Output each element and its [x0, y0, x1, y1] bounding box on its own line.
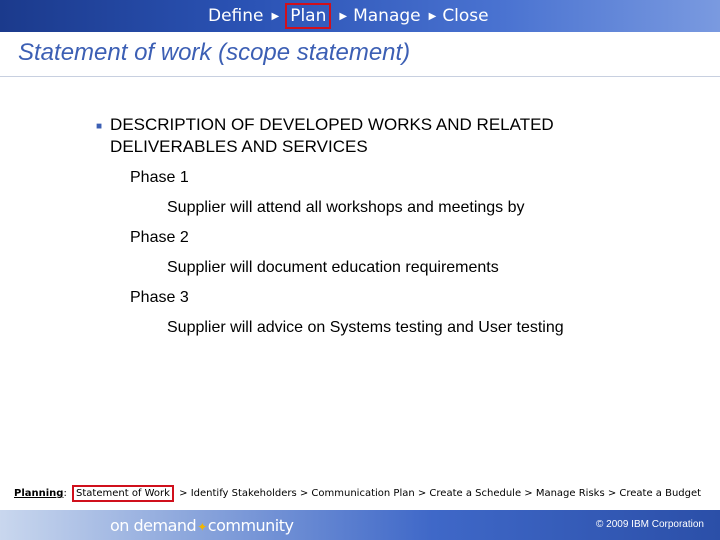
- phase-label: Phase 2: [130, 229, 189, 246]
- slide-content: ■ DESCRIPTION OF DEVELOPED WORKS AND REL…: [96, 114, 696, 338]
- bullet-heading-line2: DELIVERABLES AND SERVICES: [110, 137, 368, 156]
- nav-item-label: Close: [442, 6, 489, 26]
- process-nav: Define ▶ Plan ▶ Manage ▶ Close: [208, 0, 489, 32]
- copyright: © 2009 IBM Corporation: [596, 519, 704, 530]
- brand-logo: on demand✦community: [110, 516, 294, 535]
- phase-detail: Supplier will advice on Systems testing …: [167, 319, 564, 336]
- triangle-right-icon: ▶: [339, 10, 348, 22]
- phase-detail: Supplier will document education require…: [167, 259, 499, 276]
- breadcrumb-lead[interactable]: Planning: [14, 488, 63, 499]
- nav-item-plan[interactable]: ▶ Plan: [264, 2, 332, 30]
- diamond-icon: ✦: [197, 520, 207, 534]
- breadcrumb-colon: :: [63, 488, 67, 499]
- breadcrumb-rest: > Identify Stakeholders > Communication …: [179, 488, 702, 499]
- nav-item-label: Plan: [285, 3, 332, 29]
- triangle-right-icon: ▶: [271, 10, 280, 22]
- nav-item-label: Define: [208, 6, 264, 26]
- nav-item-manage[interactable]: ▶ Manage: [331, 2, 420, 30]
- phase-label: Phase 3: [130, 289, 189, 306]
- nav-item-close[interactable]: ▶ Close: [421, 2, 489, 30]
- triangle-right-icon: ▶: [428, 10, 437, 22]
- breadcrumb-current[interactable]: Statement of Work: [72, 485, 174, 502]
- page-title: Statement of work (scope statement): [18, 39, 411, 66]
- nav-item-label: Manage: [353, 6, 421, 26]
- brand-part1: on demand: [110, 516, 197, 535]
- square-bullet-icon: ■: [96, 121, 103, 132]
- footer-bar: on demand✦community © 2009 IBM Corporati…: [0, 510, 720, 540]
- bullet-heading-line1: DESCRIPTION OF DEVELOPED WORKS AND RELAT…: [110, 115, 554, 134]
- phase-detail: Supplier will attend all workshops and m…: [167, 199, 525, 216]
- bullet-item: ■ DESCRIPTION OF DEVELOPED WORKS AND REL…: [96, 114, 696, 158]
- breadcrumb: Planning: Statement of Work > Identify S…: [14, 485, 701, 502]
- divider: [0, 76, 720, 77]
- brand-part2: community: [207, 516, 294, 535]
- phase-label: Phase 1: [130, 169, 189, 186]
- nav-item-define[interactable]: Define: [208, 2, 264, 30]
